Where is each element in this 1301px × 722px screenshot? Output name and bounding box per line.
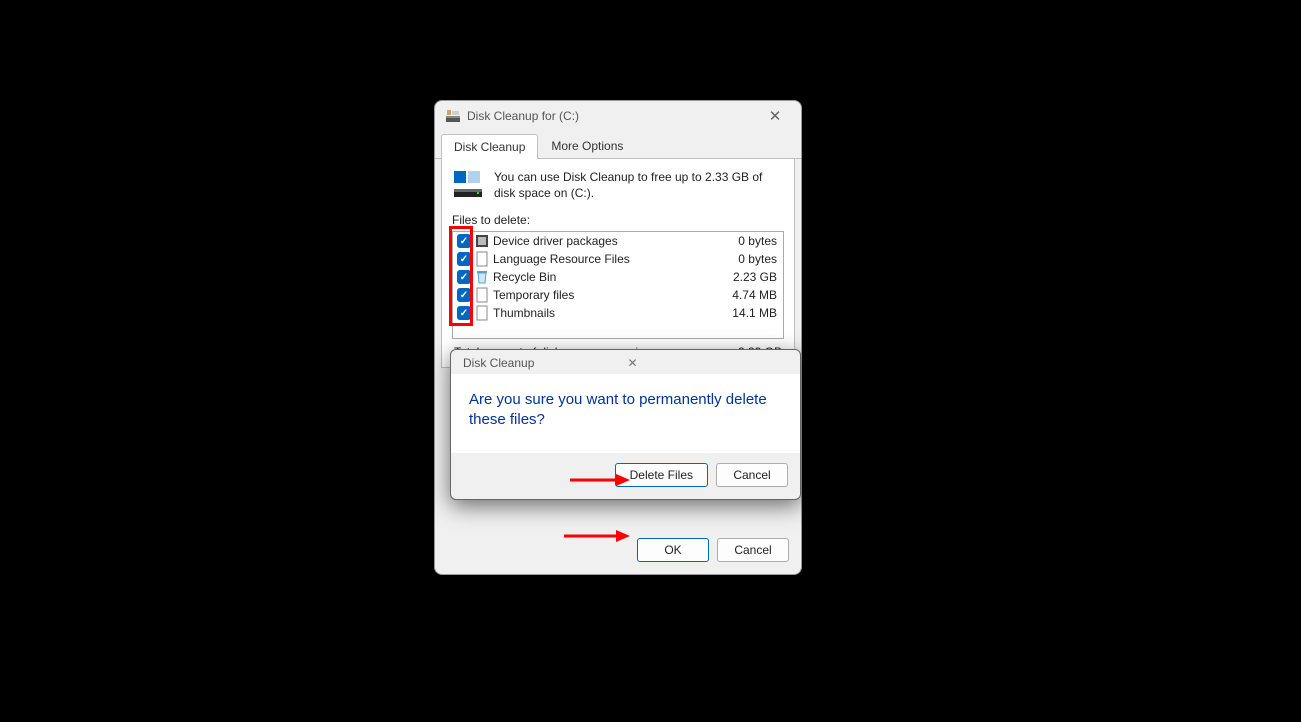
file-icon — [475, 305, 489, 321]
delete-files-button[interactable]: Delete Files — [615, 463, 708, 487]
intro-text: You can use Disk Cleanup to free up to 2… — [494, 169, 784, 201]
disk-cleanup-app-icon — [445, 108, 461, 124]
confirm-title-text: Disk Cleanup — [463, 356, 628, 370]
device-driver-icon — [475, 233, 489, 249]
confirm-titlebar: Disk Cleanup ✕ — [451, 350, 800, 374]
list-item[interactable]: ✓ Thumbnails 14.1 MB — [453, 304, 783, 322]
dialog-buttons: OK Cancel — [435, 528, 801, 574]
files-list[interactable]: ✓ Device driver packages 0 bytes ✓ Langu… — [452, 231, 784, 339]
item-name: Temporary files — [493, 288, 728, 302]
list-item[interactable]: ✓ Device driver packages 0 bytes — [453, 232, 783, 250]
files-to-delete-label: Files to delete: — [452, 213, 784, 227]
tab-content: You can use Disk Cleanup to free up to 2… — [441, 159, 795, 368]
file-icon — [475, 287, 489, 303]
item-name: Thumbnails — [493, 306, 728, 320]
titlebar: Disk Cleanup for (C:) ✕ — [435, 101, 801, 129]
checkbox-checked-icon[interactable]: ✓ — [457, 252, 471, 266]
ok-button[interactable]: OK — [637, 538, 709, 562]
confirm-buttons: Delete Files Cancel — [451, 453, 800, 499]
disk-cleanup-window: Disk Cleanup for (C:) ✕ Disk Cleanup Mor… — [434, 100, 802, 575]
close-button[interactable]: ✕ — [757, 107, 793, 125]
confirm-dialog: Disk Cleanup ✕ Are you sure you want to … — [450, 349, 801, 500]
tab-disk-cleanup[interactable]: Disk Cleanup — [441, 134, 538, 159]
item-size: 0 bytes — [738, 234, 777, 248]
list-item[interactable]: ✓ Language Resource Files 0 bytes — [453, 250, 783, 268]
checkbox-checked-icon[interactable]: ✓ — [457, 234, 471, 248]
item-name: Device driver packages — [493, 234, 734, 248]
confirm-body: Are you sure you want to permanently del… — [451, 374, 800, 453]
item-name: Recycle Bin — [493, 270, 729, 284]
item-size: 0 bytes — [738, 252, 777, 266]
item-size: 2.23 GB — [733, 270, 777, 284]
close-button[interactable]: ✕ — [628, 356, 793, 370]
confirm-message: Are you sure you want to permanently del… — [469, 390, 782, 431]
file-icon — [475, 251, 489, 267]
item-size: 14.1 MB — [732, 306, 777, 320]
item-name: Language Resource Files — [493, 252, 734, 266]
list-item[interactable]: ✓ Recycle Bin 2.23 GB — [453, 268, 783, 286]
checkbox-checked-icon[interactable]: ✓ — [457, 288, 471, 302]
checkbox-checked-icon[interactable]: ✓ — [457, 306, 471, 320]
checkbox-checked-icon[interactable]: ✓ — [457, 270, 471, 284]
tab-more-options[interactable]: More Options — [538, 133, 636, 158]
list-item[interactable]: ✓ Temporary files 4.74 MB — [453, 286, 783, 304]
tab-bar: Disk Cleanup More Options — [435, 133, 801, 159]
confirm-cancel-button[interactable]: Cancel — [716, 463, 788, 487]
intro-row: You can use Disk Cleanup to free up to 2… — [452, 169, 784, 201]
recycle-bin-icon — [475, 269, 489, 285]
item-size: 4.74 MB — [732, 288, 777, 302]
window-title: Disk Cleanup for (C:) — [467, 109, 757, 123]
cancel-button[interactable]: Cancel — [717, 538, 789, 562]
drive-icon — [452, 169, 484, 201]
